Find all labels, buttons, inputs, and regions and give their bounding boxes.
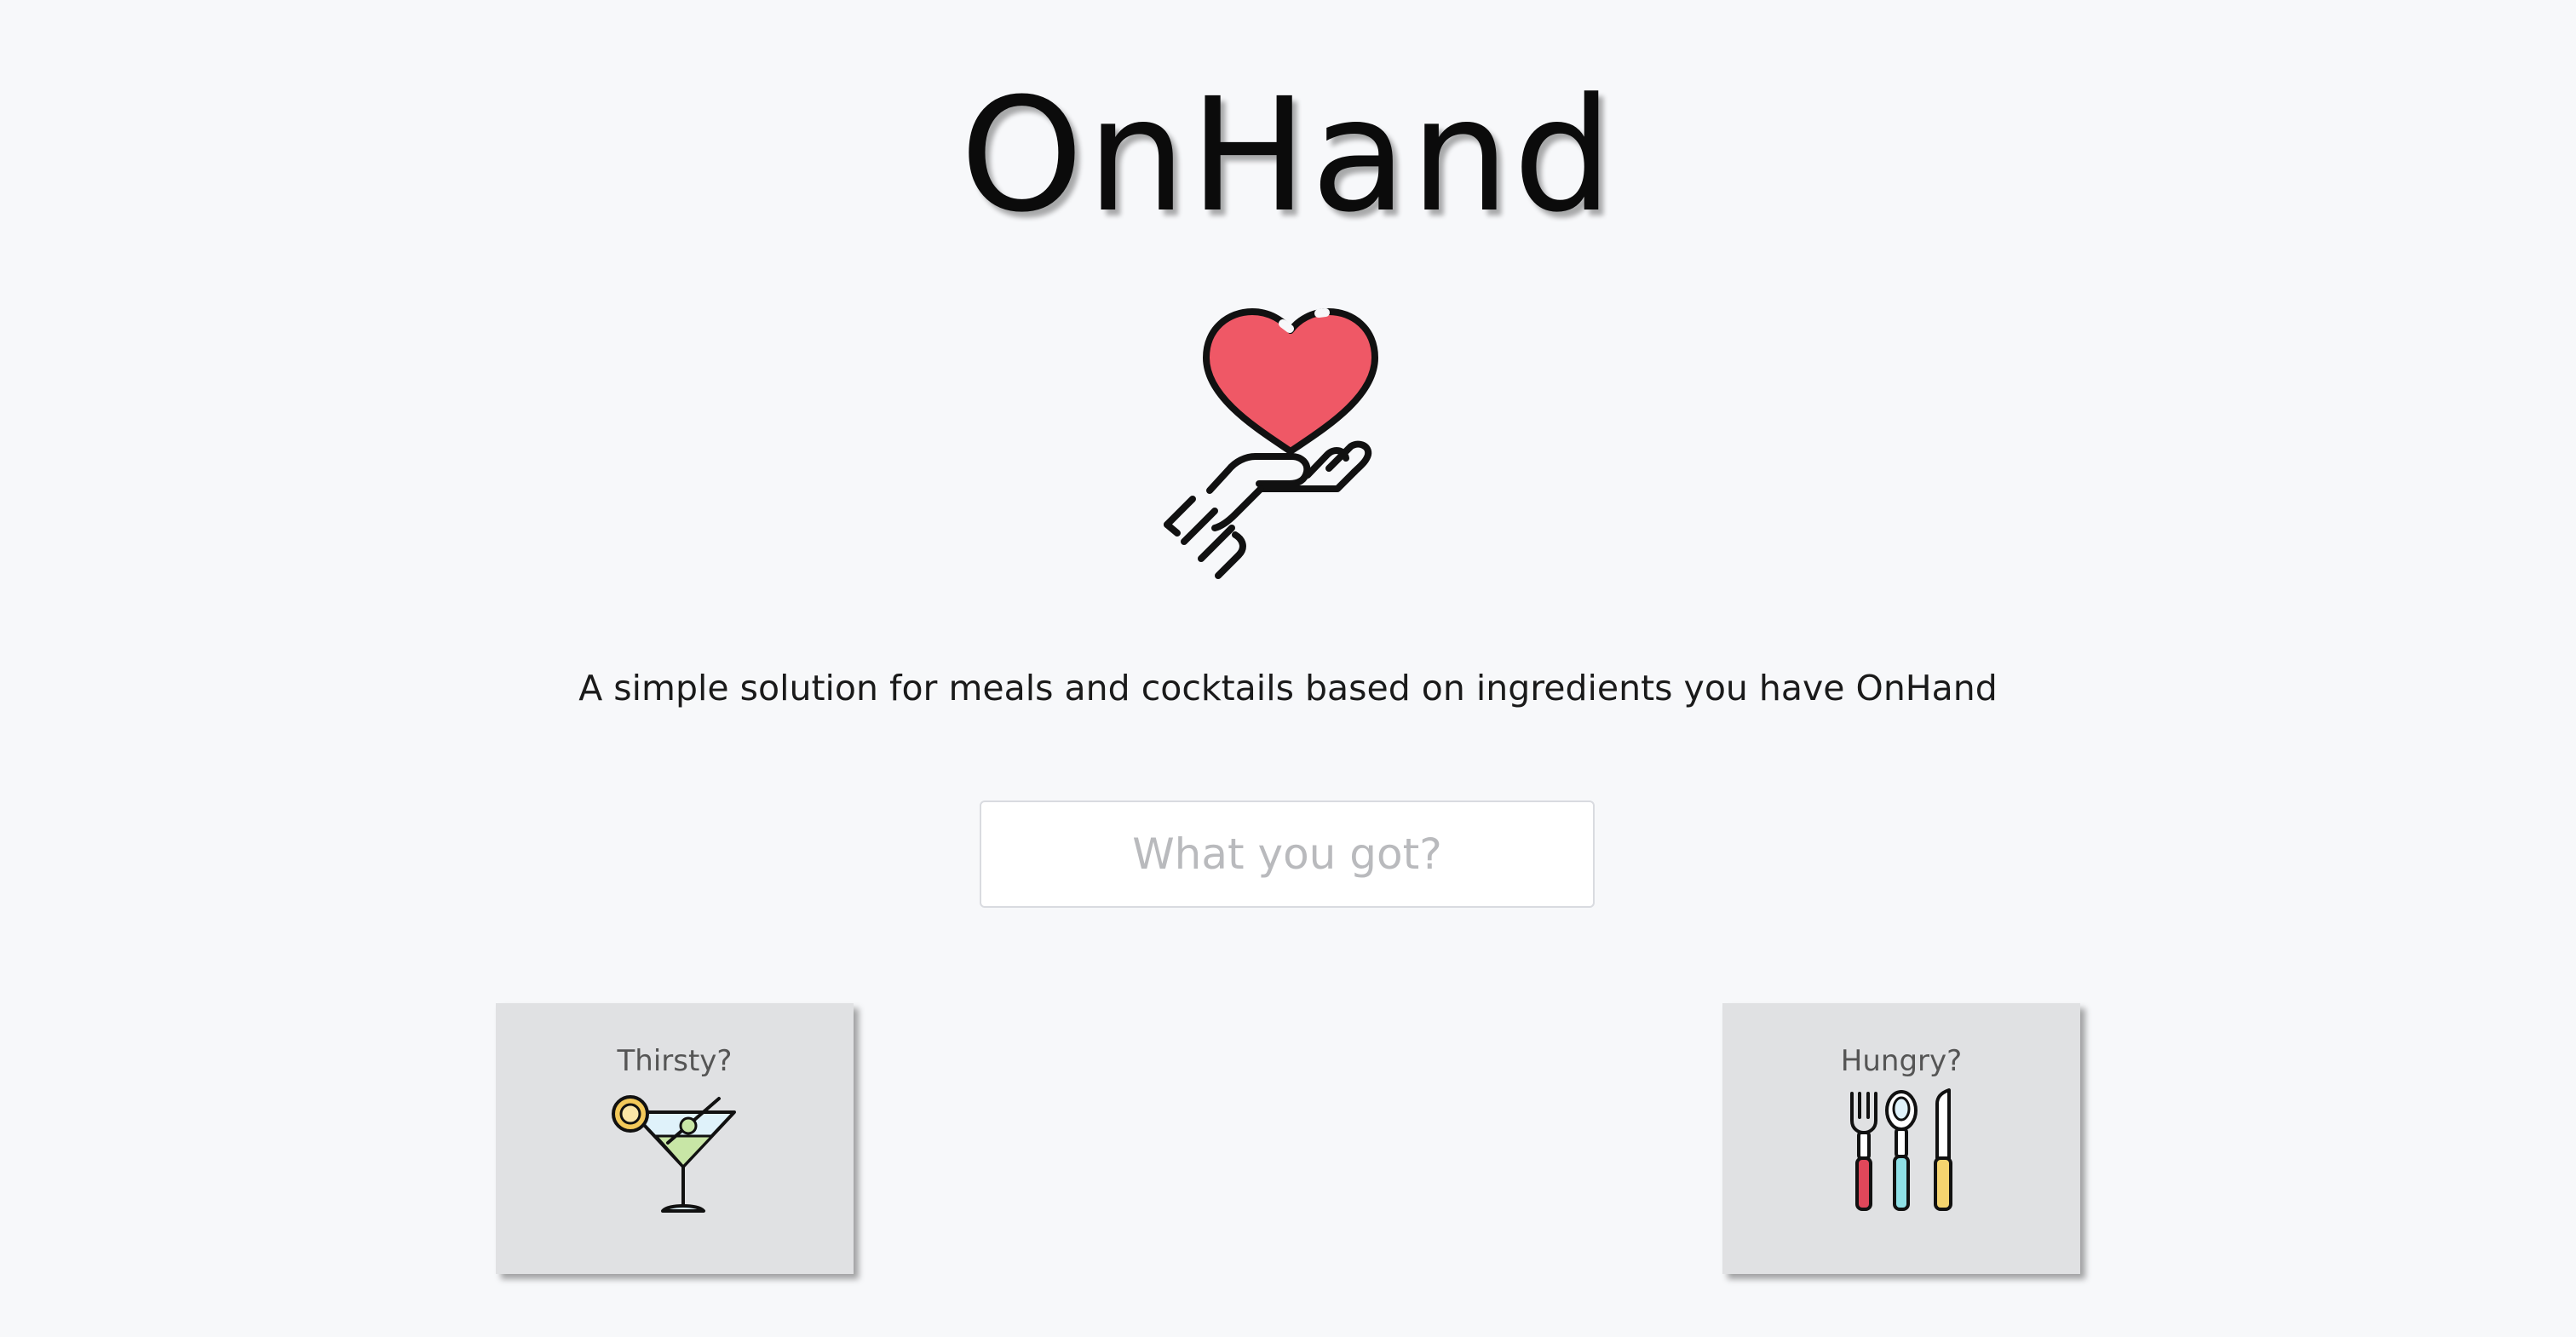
- heart-in-hand-icon: [1164, 308, 1378, 579]
- cutlery-icon: [1850, 1088, 1952, 1211]
- tagline: A simple solution for meals and cocktail…: [578, 668, 1998, 709]
- landing-page: OnHand A simple solution for meals and c…: [0, 0, 2576, 1337]
- hungry-card-button[interactable]: Hungry?: [1722, 1003, 2080, 1274]
- thirsty-card-label: Thirsty?: [617, 1044, 733, 1078]
- ingredient-search-input[interactable]: [980, 800, 1595, 908]
- hungry-card-label: Hungry?: [1840, 1044, 1963, 1078]
- cocktail-glass-icon: [612, 1095, 736, 1213]
- page-title: OnHand: [960, 65, 1616, 247]
- thirsty-card-button[interactable]: Thirsty?: [496, 1003, 854, 1274]
